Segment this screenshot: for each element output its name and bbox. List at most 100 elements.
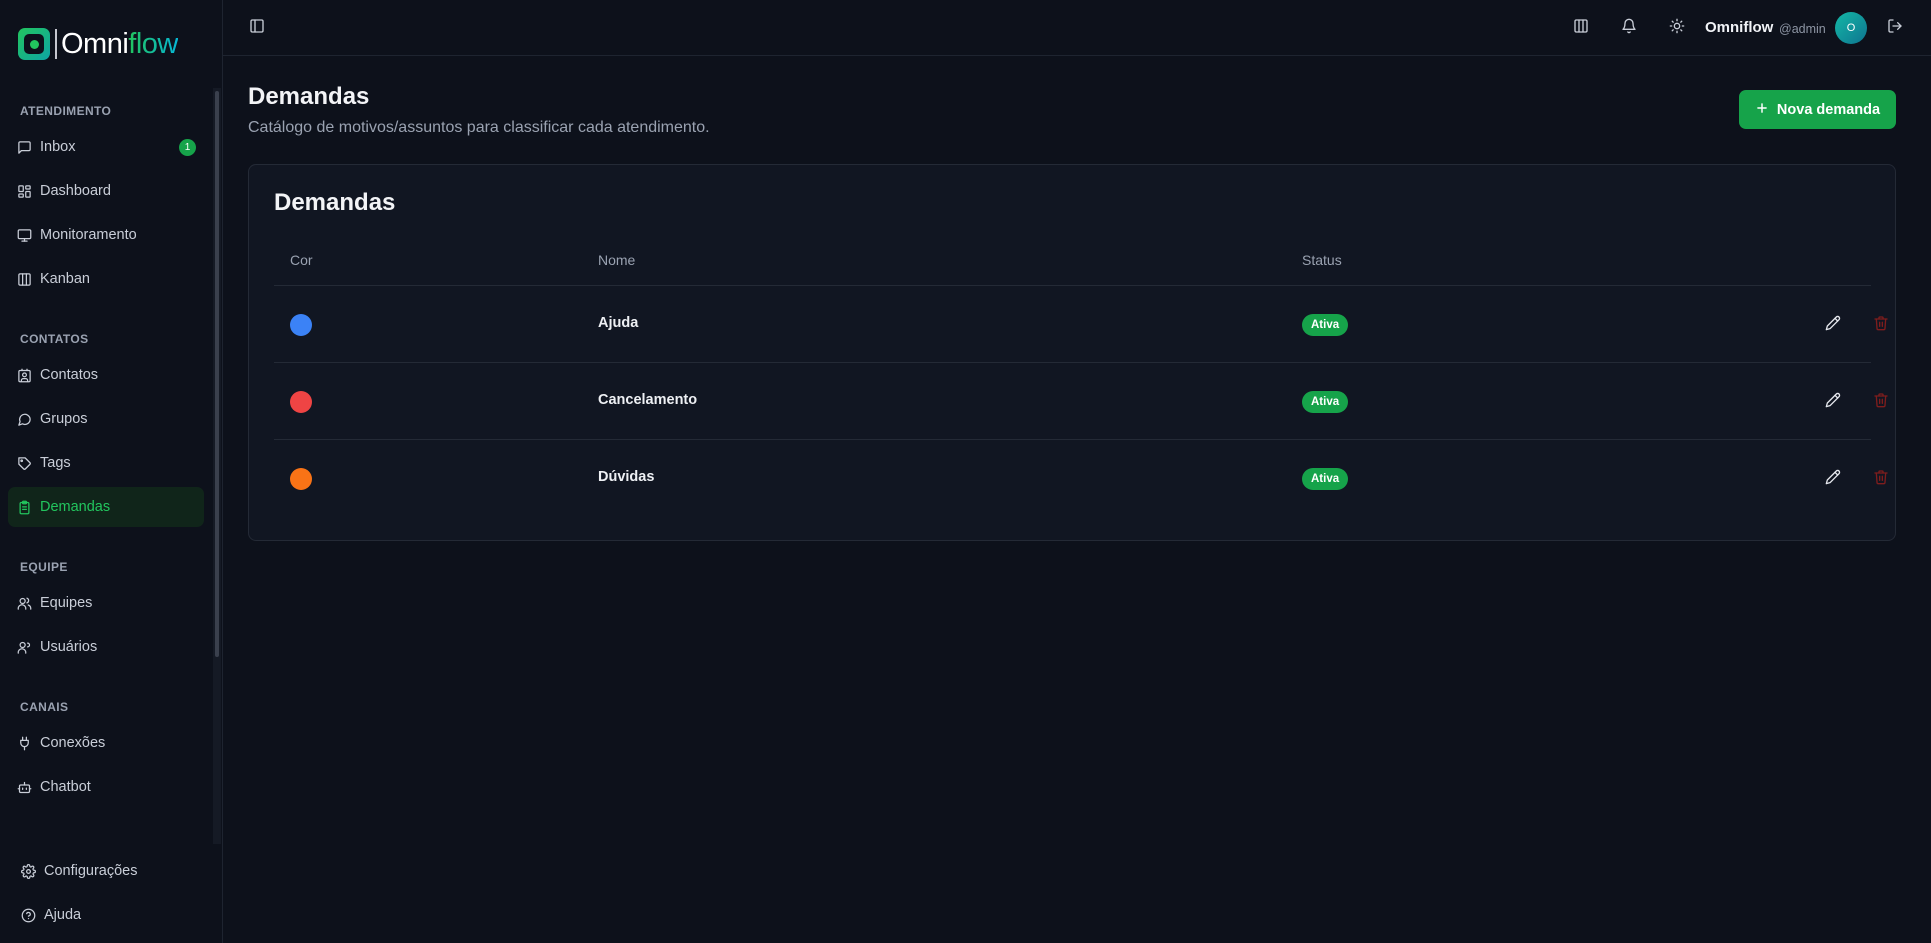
plug-icon (16, 735, 32, 751)
theme-toggle-button[interactable] (1661, 12, 1693, 44)
delete-button[interactable] (1866, 310, 1896, 340)
sidebar-item-label: Chatbot (40, 779, 91, 795)
sidebar-item-inbox[interactable]: Inbox 1 (8, 127, 204, 167)
sidebar-toggle-icon (249, 18, 265, 39)
logo-icon (18, 28, 50, 60)
status-badge: Ativa (1302, 391, 1349, 413)
layout-dashboard-icon (16, 183, 32, 199)
section-title-atendimento: ATENDIMENTO (20, 104, 112, 118)
sidebar-item-label: Dashboard (40, 183, 111, 199)
sidebar-item-chatbot[interactable]: Chatbot (8, 767, 204, 807)
sidebar-item-monitoramento[interactable]: Monitoramento (8, 215, 204, 255)
avatar[interactable]: O (1835, 12, 1867, 44)
sidebar-item-label: Conexões (40, 735, 106, 751)
table-row: Dúvidas Ativa (274, 439, 1888, 516)
logout-button[interactable] (1879, 12, 1911, 44)
topbar: Omniflow @admin O (223, 0, 1931, 56)
sidebar-nav: ATENDIMENTO Inbox 1 Dashboard Monitorame… (0, 88, 212, 844)
edit-button[interactable] (1818, 387, 1848, 417)
user-icon (16, 639, 32, 655)
sidebar-item-ajuda[interactable]: Ajuda (12, 895, 208, 935)
page-title: Demandas (248, 83, 370, 110)
brand-logo[interactable]: Omniflow (18, 26, 178, 62)
demands-card: Demandas Cor Nome Status Ajuda Ativa Can… (248, 164, 1896, 541)
trash-icon (1873, 315, 1889, 336)
sidebar-item-label: Configurações (44, 863, 138, 879)
sidebar-item-label: Tags (40, 455, 71, 471)
color-swatch (290, 314, 312, 336)
section-title-equipe: EQUIPE (20, 560, 68, 574)
help-circle-icon (20, 907, 36, 923)
table-row: Ajuda Ativa (274, 285, 1888, 362)
sidebar: Omniflow ATENDIMENTO Inbox 1 Dashboard M… (0, 0, 223, 943)
sidebar-item-label: Grupos (40, 411, 88, 427)
sidebar-item-usuarios[interactable]: Usuários (8, 627, 204, 667)
clipboard-list-icon (16, 499, 32, 515)
demand-name: Cancelamento (598, 392, 698, 408)
gear-icon (20, 863, 36, 879)
section-title-canais: CANAIS (20, 700, 69, 714)
sidebar-item-label: Ajuda (44, 907, 82, 923)
sidebar-item-equipes[interactable]: Equipes (8, 583, 204, 623)
monitor-icon (16, 227, 32, 243)
color-swatch (290, 468, 312, 490)
demand-name: Ajuda (598, 315, 639, 331)
sidebar-item-label: Contatos (40, 367, 99, 383)
sidebar-item-contatos[interactable]: Contatos (8, 355, 204, 395)
columns-icon (16, 271, 32, 287)
sidebar-item-dashboard[interactable]: Dashboard (8, 171, 204, 211)
logout-icon (1887, 18, 1903, 39)
pencil-icon (1825, 469, 1841, 490)
brand-name: Omniflow (61, 27, 178, 60)
sidebar-item-configuracoes[interactable]: Configurações (12, 851, 208, 891)
section-title-contatos: CONTATOS (20, 332, 89, 346)
sidebar-item-label: Equipes (40, 595, 93, 611)
status-badge: Ativa (1302, 314, 1349, 336)
trash-icon (1873, 469, 1889, 490)
contact-icon (16, 367, 32, 383)
status-badge: Ativa (1302, 468, 1349, 490)
sidebar-scrollbar[interactable] (213, 88, 221, 844)
bell-icon (1621, 18, 1637, 39)
sidebar-item-grupos[interactable]: Grupos (8, 399, 204, 439)
inbox-count-badge: 1 (179, 139, 196, 156)
column-header-color: Cor (290, 252, 313, 268)
edit-button[interactable] (1818, 464, 1848, 494)
new-demand-button[interactable]: Nova demanda (1739, 90, 1896, 129)
columns-icon (1573, 18, 1589, 39)
sidebar-item-label: Demandas (40, 499, 111, 515)
pencil-icon (1825, 315, 1841, 336)
sidebar-item-label: Kanban (40, 271, 90, 287)
demand-name: Dúvidas (598, 469, 655, 485)
sidebar-item-label: Inbox (40, 139, 76, 155)
users-icon (16, 595, 32, 611)
sidebar-item-label: Usuários (40, 639, 98, 655)
bot-icon (16, 779, 32, 795)
sidebar-item-label: Monitoramento (40, 227, 137, 243)
user-handle: @admin (1779, 22, 1826, 36)
pencil-icon (1825, 392, 1841, 413)
column-header-name: Nome (598, 252, 636, 268)
sidebar-toggle-button[interactable] (241, 12, 273, 44)
notifications-button[interactable] (1613, 12, 1645, 44)
delete-button[interactable] (1866, 387, 1896, 417)
columns-view-button[interactable] (1565, 12, 1597, 44)
message-square-icon (16, 139, 32, 155)
sidebar-item-tags[interactable]: Tags (8, 443, 204, 483)
message-circle-icon (16, 411, 32, 427)
sidebar-item-kanban[interactable]: Kanban (8, 259, 204, 299)
trash-icon (1873, 392, 1889, 413)
card-title: Demandas (274, 189, 396, 216)
new-demand-label: Nova demanda (1776, 101, 1881, 118)
sidebar-item-conexoes[interactable]: Conexões (8, 723, 204, 763)
color-swatch (290, 391, 312, 413)
sidebar-item-demandas[interactable]: Demandas (8, 487, 204, 527)
delete-button[interactable] (1866, 464, 1896, 494)
page-subtitle: Catálogo de motivos/assuntos para classi… (248, 119, 710, 136)
column-header-status: Status (1302, 252, 1342, 268)
plus-icon (1755, 101, 1769, 119)
tag-icon (16, 455, 32, 471)
user-name: Omniflow (1705, 19, 1774, 36)
edit-button[interactable] (1818, 310, 1848, 340)
table-row: Cancelamento Ativa (274, 362, 1888, 439)
